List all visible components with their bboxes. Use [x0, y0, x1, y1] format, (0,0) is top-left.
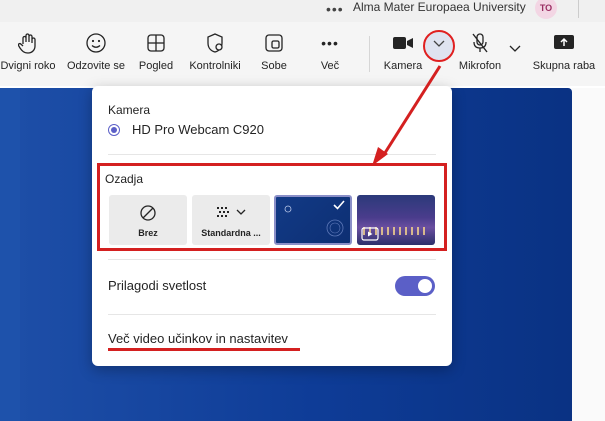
annotation-arrow: [372, 65, 442, 166]
